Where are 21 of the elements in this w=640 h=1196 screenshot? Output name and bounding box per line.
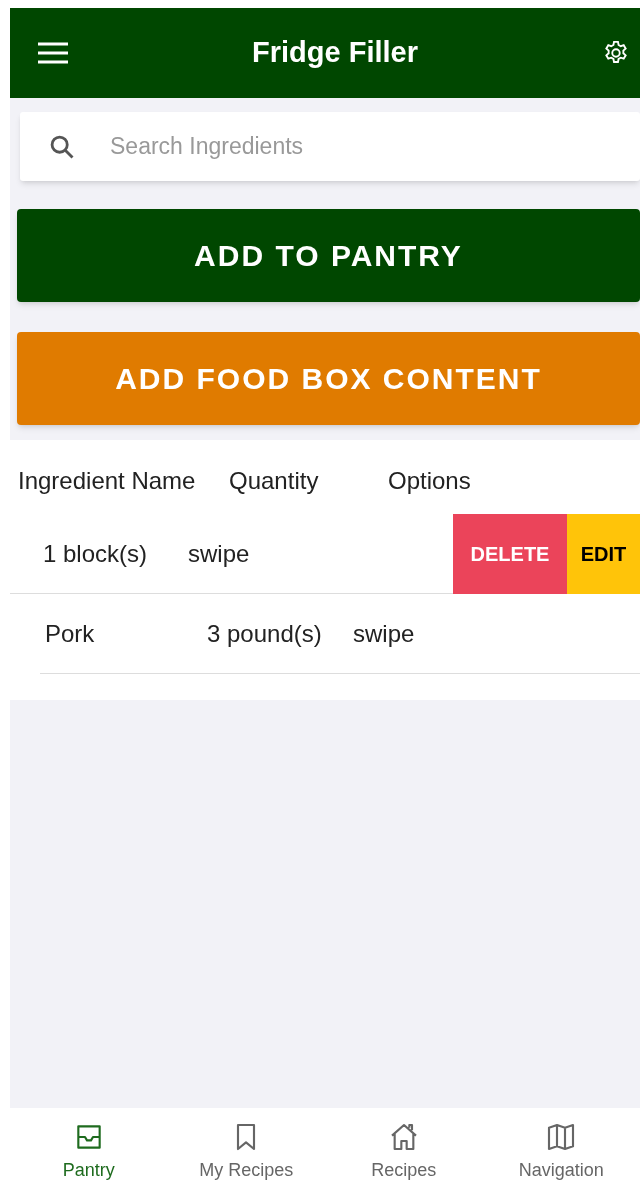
table-cell-text: swipe xyxy=(353,618,416,649)
table-cell-text: Pork xyxy=(45,618,96,649)
column-header: Quantity xyxy=(229,466,320,496)
edit-button[interactable]: EDIT xyxy=(567,514,640,594)
nav-tab[interactable]: Pantry xyxy=(10,1120,168,1184)
search-icon xyxy=(48,133,76,161)
nav-tab[interactable]: My Recipes xyxy=(167,1120,325,1184)
column-header: Options xyxy=(388,466,472,496)
column-header: Ingredient Name xyxy=(18,466,197,496)
table-row[interactable]: Pork 3 pound(s) swipe xyxy=(10,594,640,674)
swiped-row[interactable]: 1 block(s) swipe DELETE EDIT xyxy=(10,514,640,594)
add-to-pantry-button[interactable]: ADD TO PANTRY xyxy=(17,209,640,302)
table-cell-text: swipe xyxy=(188,538,251,569)
nav-tab[interactable]: Recipes xyxy=(325,1120,483,1184)
app-title: Fridge Filler xyxy=(252,35,418,71)
search-field[interactable]: Search Ingredients xyxy=(20,112,640,181)
menu-icon[interactable] xyxy=(38,42,68,64)
table-cell-text: 1 block(s) xyxy=(43,538,149,569)
delete-button[interactable]: DELETE xyxy=(453,514,567,594)
nav-tab[interactable]: Navigation xyxy=(482,1120,640,1184)
table-cell-text: 3 pound(s) xyxy=(207,618,323,649)
